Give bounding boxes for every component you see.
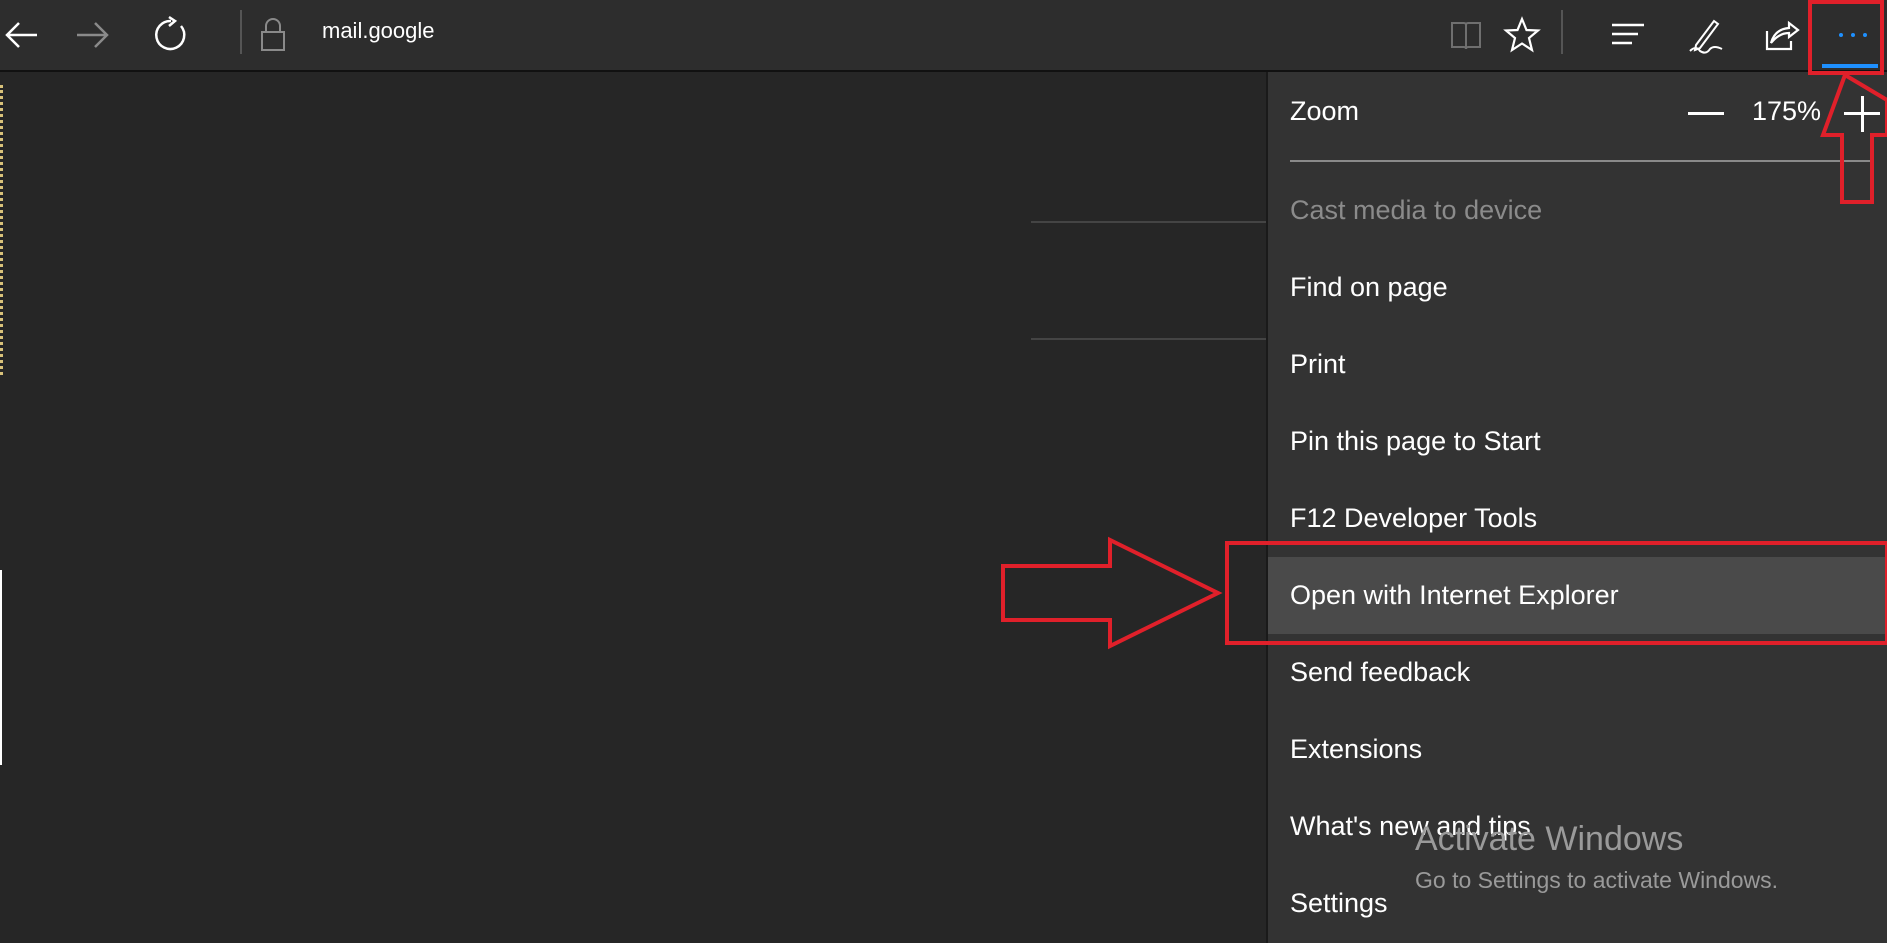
menu-item-extensions[interactable]: Extensions [1268,711,1887,788]
zoom-out-button[interactable] [1688,112,1724,115]
share-icon[interactable] [1758,12,1804,58]
back-icon[interactable] [0,12,46,58]
watermark-title: Activate Windows [1415,820,1684,858]
menu-item-pin-to-start[interactable]: Pin this page to Start [1268,403,1887,480]
address-bar[interactable]: mail.google [322,18,435,44]
favorite-star-icon[interactable] [1499,12,1545,58]
watermark-subtitle: Go to Settings to activate Windows. [1415,867,1779,893]
page-edge-line [0,570,2,765]
page-divider [1031,338,1266,340]
menu-item-find-on-page[interactable]: Find on page [1268,249,1887,326]
zoom-in-button-vertical[interactable] [1861,96,1864,132]
refresh-icon[interactable] [148,12,194,58]
page-edge-marks [0,85,6,375]
url-host: mail.google [322,18,435,43]
menu-item-cast-media: Cast media to device [1290,195,1543,225]
toolbar-separator [240,10,242,54]
forward-icon[interactable] [70,12,116,58]
more-active-indicator [1822,64,1878,68]
menu-item-developer-tools[interactable]: F12 Developer Tools [1268,480,1887,557]
web-note-icon[interactable] [1683,12,1729,58]
menu-item-print[interactable]: Print [1268,326,1887,403]
more-icon[interactable] [1830,12,1876,58]
zoom-row: Zoom 175% [1290,72,1880,158]
page-divider [1031,221,1266,223]
lock-icon [250,12,296,58]
hub-icon[interactable] [1605,12,1651,58]
zoom-label: Zoom [1290,96,1360,126]
right-arrow-annotation [1001,536,1223,650]
toolbar-separator [1561,10,1563,54]
reading-view-icon[interactable] [1443,12,1489,58]
zoom-value: 175% [1752,96,1822,126]
menu-divider [1290,160,1870,162]
menu-item-send-feedback[interactable]: Send feedback [1268,634,1887,711]
browser-toolbar: mail.google [0,0,1887,72]
more-actions-menu: Zoom 175% Cast media to device Find on p… [1266,72,1887,943]
menu-item-open-with-ie[interactable]: Open with Internet Explorer [1268,557,1887,634]
activate-windows-watermark: Activate Windows Go to Settings to activ… [1415,820,1778,894]
